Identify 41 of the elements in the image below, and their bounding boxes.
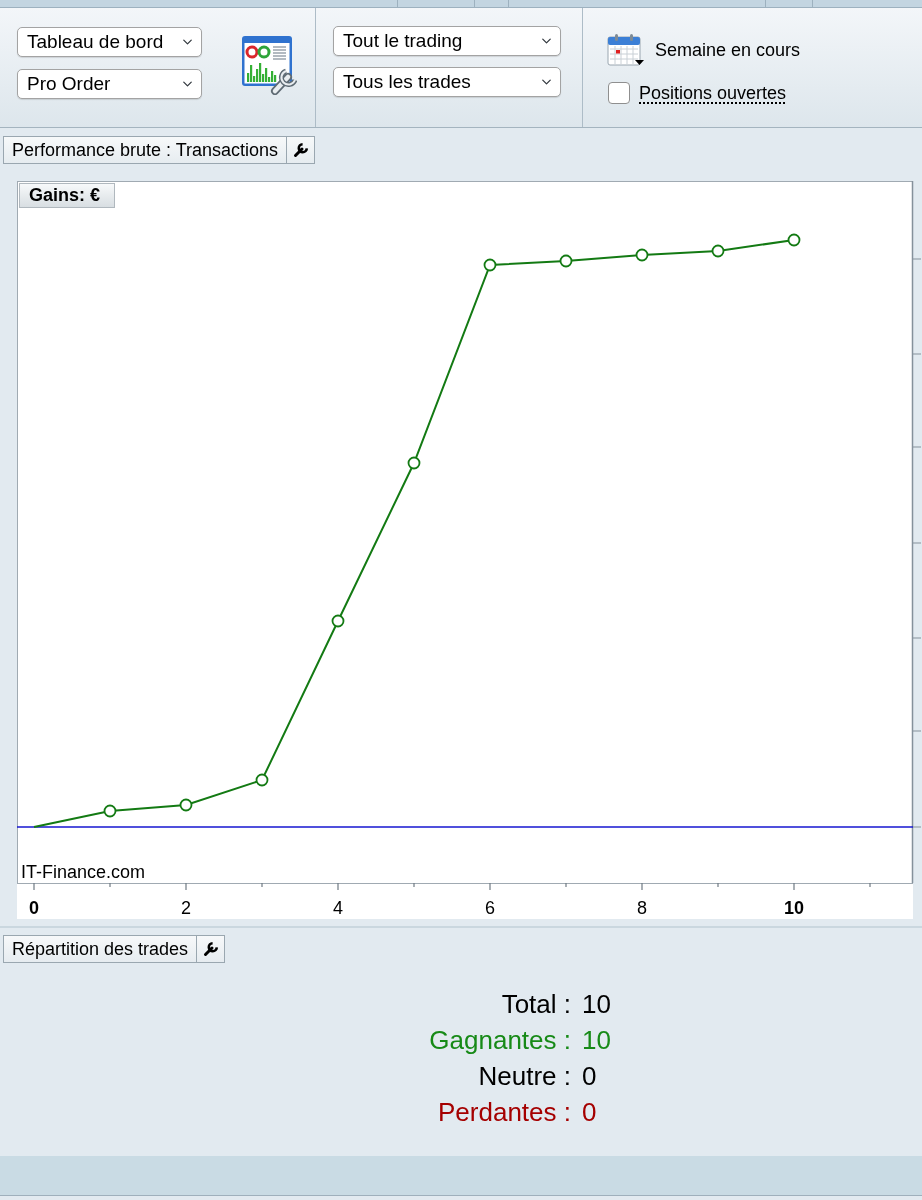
settings-button[interactable] [197, 935, 226, 963]
stat-value: 10 [582, 988, 611, 1021]
checkbox[interactable] [608, 82, 630, 104]
checkbox-label[interactable]: Positions ouvertes [639, 82, 787, 104]
panel-title: Répartition des trades [3, 935, 198, 963]
data-point [255, 773, 269, 787]
data-point [787, 233, 801, 247]
chart-credit: IT-Finance.com [21, 862, 146, 882]
axis-tick-label: 2 [181, 898, 191, 918]
settings-button[interactable] [287, 136, 316, 164]
axis-tick-label: 4 [333, 898, 343, 918]
wrench-icon [292, 142, 309, 158]
period-label[interactable]: Semaine en cours [655, 39, 801, 61]
calendar-icon[interactable] [607, 33, 645, 67]
stat-value: 0 [582, 1096, 597, 1129]
data-point [635, 248, 649, 262]
dropdown[interactable]: Pro Order [17, 69, 202, 99]
stat-label: Gagnantes : [429, 1024, 571, 1057]
data-point [103, 804, 117, 818]
data-point [179, 798, 193, 812]
axis-title: Gains: € [19, 183, 115, 208]
panel-title: Performance brute : Transactions [3, 136, 288, 164]
stat-label: Neutre : [478, 1060, 571, 1093]
data-point [407, 456, 421, 470]
data-point [483, 258, 497, 272]
axis-tick-label: 0 [29, 898, 39, 918]
stat-label: Perdantes : [438, 1096, 571, 1129]
stat-label: Total : [501, 988, 571, 1021]
data-point [559, 254, 573, 268]
stat-value: 10 [582, 1024, 611, 1057]
wrench-icon [202, 941, 219, 957]
dropdown[interactable]: Tous les trades [333, 67, 561, 97]
dropdown[interactable]: Tout le trading [333, 26, 561, 56]
data-point [331, 614, 345, 628]
dashboard-wrench-icon[interactable] [241, 35, 297, 95]
axis-tick-label: 8 [637, 898, 647, 918]
axis-tick-label: 6 [485, 898, 495, 918]
stat-value: 0 [582, 1060, 597, 1093]
data-point [711, 244, 725, 258]
dropdown[interactable]: Tableau de bord [17, 27, 202, 57]
axis-tick-label: 10 [784, 898, 804, 918]
